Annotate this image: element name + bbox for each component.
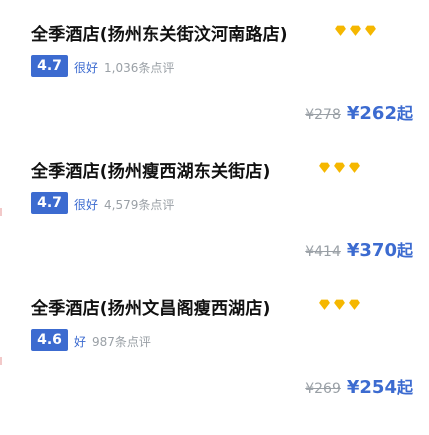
- edge-divider: [0, 357, 2, 365]
- diamond-icon: [349, 299, 360, 310]
- current-price: ¥370: [346, 240, 397, 261]
- diamond-icon: [334, 162, 345, 173]
- review-count[interactable]: 987条点评: [92, 335, 151, 349]
- rating-summary: 很好 4,579条点评: [74, 196, 174, 213]
- diamond-rating: [334, 24, 377, 37]
- price-suffix: 起: [396, 378, 413, 397]
- review-count[interactable]: 1,036条点评: [104, 61, 174, 75]
- score-badge: 4.7: [31, 55, 68, 77]
- score-badge: 4.6: [31, 329, 68, 351]
- diamond-icon: [365, 25, 376, 36]
- current-price: ¥254: [346, 377, 397, 398]
- diamond-icon: [319, 162, 330, 173]
- diamond-rating: [318, 161, 361, 174]
- diamond-icon: [349, 162, 360, 173]
- hotel-card[interactable]: 全季酒店(扬州东关街汶河南路店) 4.7 很好 1,036条点评 ¥278 ¥262…: [0, 20, 429, 160]
- price-block: ¥278 ¥262起: [305, 100, 413, 124]
- rating-label: 很好: [74, 61, 99, 75]
- price-suffix: 起: [396, 241, 413, 260]
- hotel-card[interactable]: 全季酒店(扬州瘦西湖东关街店) 4.7 很好 4,579条点评 ¥414 ¥370起: [0, 157, 429, 297]
- original-price: ¥269: [305, 381, 341, 397]
- hotel-card[interactable]: 全季酒店(扬州文昌阁瘦西湖店) 4.6 好 987条点评 ¥269 ¥254起: [0, 294, 429, 434]
- diamond-icon: [350, 25, 361, 36]
- hotel-name[interactable]: 全季酒店(扬州东关街汶河南路店): [31, 20, 288, 45]
- diamond-icon: [319, 299, 330, 310]
- rating-summary: 很好 1,036条点评: [74, 59, 174, 76]
- rating-summary: 好 987条点评: [74, 333, 151, 350]
- diamond-rating: [318, 298, 361, 311]
- hotel-name[interactable]: 全季酒店(扬州文昌阁瘦西湖店): [31, 294, 271, 319]
- diamond-icon: [335, 25, 346, 36]
- current-price: ¥262: [346, 103, 397, 124]
- original-price: ¥278: [305, 107, 341, 123]
- hotel-name[interactable]: 全季酒店(扬州瘦西湖东关街店): [31, 157, 271, 182]
- original-price: ¥414: [305, 244, 341, 260]
- rating-label: 好: [74, 335, 87, 349]
- review-count[interactable]: 4,579条点评: [104, 198, 174, 212]
- price-suffix: 起: [396, 104, 413, 123]
- score-badge: 4.7: [31, 192, 68, 214]
- price-block: ¥414 ¥370起: [305, 237, 413, 261]
- rating-label: 很好: [74, 198, 99, 212]
- edge-divider: [0, 208, 2, 216]
- price-block: ¥269 ¥254起: [305, 374, 413, 398]
- diamond-icon: [334, 299, 345, 310]
